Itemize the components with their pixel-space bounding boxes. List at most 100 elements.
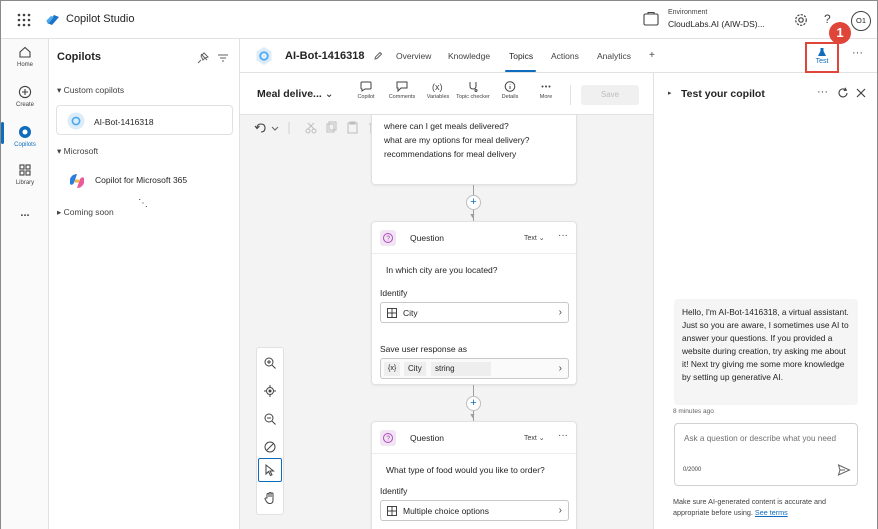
entity-icon (387, 308, 397, 318)
toolbar-comments-button[interactable]: Comments (385, 81, 419, 100)
toolbar-variables-button[interactable]: (x) Variables (421, 81, 455, 100)
app-launcher-icon[interactable] (15, 11, 33, 29)
rail-label-copilots: Copilots (14, 142, 36, 148)
authoring-canvas[interactable]: where can I get meals delivered? what ar… (240, 115, 653, 529)
select-pointer-icon[interactable] (263, 463, 277, 477)
cut-icon[interactable] (305, 122, 317, 134)
test-button[interactable]: Test (805, 42, 839, 73)
send-icon[interactable] (837, 463, 851, 477)
rail-item-home[interactable]: Home (1, 45, 49, 68)
section-custom-copilots[interactable]: ▾ Custom copilots (57, 85, 124, 96)
minimap-icon[interactable] (263, 440, 277, 454)
environment-icon[interactable] (641, 9, 661, 29)
copilot-card-name: AI-Bot-1416318 (94, 117, 154, 127)
copilot-card-ai-bot[interactable]: AI-Bot-1416318 (56, 105, 233, 135)
comment-icon (396, 81, 408, 92)
avatar[interactable]: O1 (851, 11, 871, 31)
question-text[interactable]: In which city are you located? (386, 265, 498, 275)
trigger-phrase: recommendations for meal delivery (384, 149, 517, 159)
rail-item-copilots[interactable]: Copilots (1, 125, 49, 148)
question-type-dropdown[interactable]: Text ⌄ (524, 234, 545, 242)
toolbar-copilot-button[interactable]: Copilot (349, 81, 383, 100)
svg-text:(x): (x) (432, 82, 443, 92)
gear-icon[interactable] (793, 12, 809, 28)
question-node-food[interactable]: ? Question Text ⌄ ··· What type of food … (371, 421, 577, 529)
chat-input-placeholder[interactable]: Ask a question or describe what you need (684, 432, 844, 445)
copilot-m365-name[interactable]: Copilot for Microsoft 365 (95, 175, 187, 185)
paste-icon[interactable] (347, 121, 358, 134)
close-icon[interactable] (855, 87, 867, 99)
edit-icon[interactable] (373, 51, 383, 61)
environment-value[interactable]: CloudLabs.AI (AIW-DS)... (668, 19, 765, 29)
tab-overview[interactable]: Overview (396, 51, 431, 61)
question-type-dropdown[interactable]: Text ⌄ (524, 434, 545, 442)
app-title[interactable]: Copilot Studio (66, 13, 135, 25)
top-bar: Copilot Studio Environment CloudLabs.AI … (1, 1, 877, 39)
tab-analytics[interactable]: Analytics (597, 51, 631, 61)
active-tab-indicator (505, 70, 536, 72)
add-node-button[interactable]: + (466, 396, 481, 411)
tab-topics[interactable]: Topics (509, 51, 533, 61)
entity-icon (387, 506, 397, 516)
variable-name: City (404, 362, 426, 376)
question-title: Question (410, 433, 445, 443)
tab-knowledge[interactable]: Knowledge (448, 51, 490, 61)
filter-icon[interactable] (217, 52, 229, 64)
rail-label-library: Library (15, 180, 35, 186)
chevron-right-icon: › (558, 307, 562, 318)
variable-type: string (431, 362, 491, 376)
toolbar-more-label: More (539, 94, 553, 100)
svg-text:?: ? (386, 236, 390, 243)
add-tab-button[interactable]: + (649, 50, 655, 61)
save-button[interactable]: Save (581, 85, 639, 105)
topic-name-dropdown[interactable]: Meal delive... ⌄ (257, 88, 334, 100)
question-node-city[interactable]: ? Question Text ⌄ ··· In which city are … (371, 221, 577, 385)
question-more-icon[interactable]: ··· (558, 230, 568, 241)
rail-item-create[interactable]: Create (1, 85, 49, 108)
ai-disclaimer: Make sure AI-generated content is accura… (673, 496, 863, 518)
rail-item-library[interactable]: Library (1, 163, 49, 186)
undo-icon[interactable] (254, 123, 266, 133)
chevron-down-icon: ⌄ (324, 88, 334, 100)
question-title: Question (410, 233, 445, 243)
copilots-panel-title: Copilots (57, 51, 101, 63)
chat-input-box[interactable]: Ask a question or describe what you need… (674, 423, 858, 486)
question-more-icon[interactable]: ··· (558, 430, 568, 441)
arrow-down-icon: ▼ (469, 213, 476, 220)
section-microsoft[interactable]: ▾ Microsoft (57, 146, 98, 157)
save-variable-field[interactable]: {x} City string › (380, 358, 569, 379)
see-terms-link[interactable]: See terms (755, 508, 788, 517)
rail-more-icon[interactable]: ... (1, 207, 49, 219)
section-coming-soon[interactable]: ▸ Coming soon (57, 207, 114, 218)
collapse-caret-icon[interactable]: ▸ (668, 89, 672, 97)
test-panel: ▸ Test your copilot ··· Hello, I'm AI-Bo… (653, 73, 877, 529)
help-icon[interactable]: ? (824, 12, 831, 26)
variable-icon: (x) (432, 82, 443, 92)
pin-icon[interactable] (197, 52, 209, 64)
identify-field[interactable]: Multiple choice options › (380, 500, 569, 521)
toolbar-more-button[interactable]: More (529, 81, 563, 100)
zoom-in-icon[interactable] (263, 356, 277, 370)
pan-hand-icon[interactable] (263, 491, 277, 505)
rail-label-create: Create (15, 102, 34, 108)
topic-name: Meal delive... (257, 88, 322, 100)
add-node-button[interactable]: + (466, 195, 481, 210)
question-text[interactable]: What type of food would you like to orde… (386, 465, 545, 475)
section-custom-label: Custom copilots (63, 85, 125, 95)
refresh-icon[interactable] (837, 87, 849, 99)
section-microsoft-label: Microsoft (63, 146, 99, 156)
chevron-down-icon[interactable] (271, 126, 279, 131)
bot-more-icon[interactable]: ··· (852, 47, 863, 59)
zoom-out-icon[interactable] (263, 412, 277, 426)
identify-field[interactable]: City › (380, 302, 569, 323)
toolbar-topic-checker-button[interactable]: Topic checker (456, 81, 490, 100)
copy-icon[interactable] (326, 121, 337, 133)
test-panel-more-icon[interactable]: ··· (817, 86, 828, 98)
trigger-phrase: where can I get meals delivered? (384, 121, 509, 131)
recenter-icon[interactable] (263, 384, 277, 398)
tab-actions[interactable]: Actions (551, 51, 579, 61)
toolbar-details-button[interactable]: Details (493, 81, 527, 100)
trigger-phrases-node[interactable]: where can I get meals delivered? what ar… (371, 115, 577, 185)
rail-label-home: Home (16, 62, 33, 68)
message-timestamp: 8 minutes ago (673, 408, 714, 415)
